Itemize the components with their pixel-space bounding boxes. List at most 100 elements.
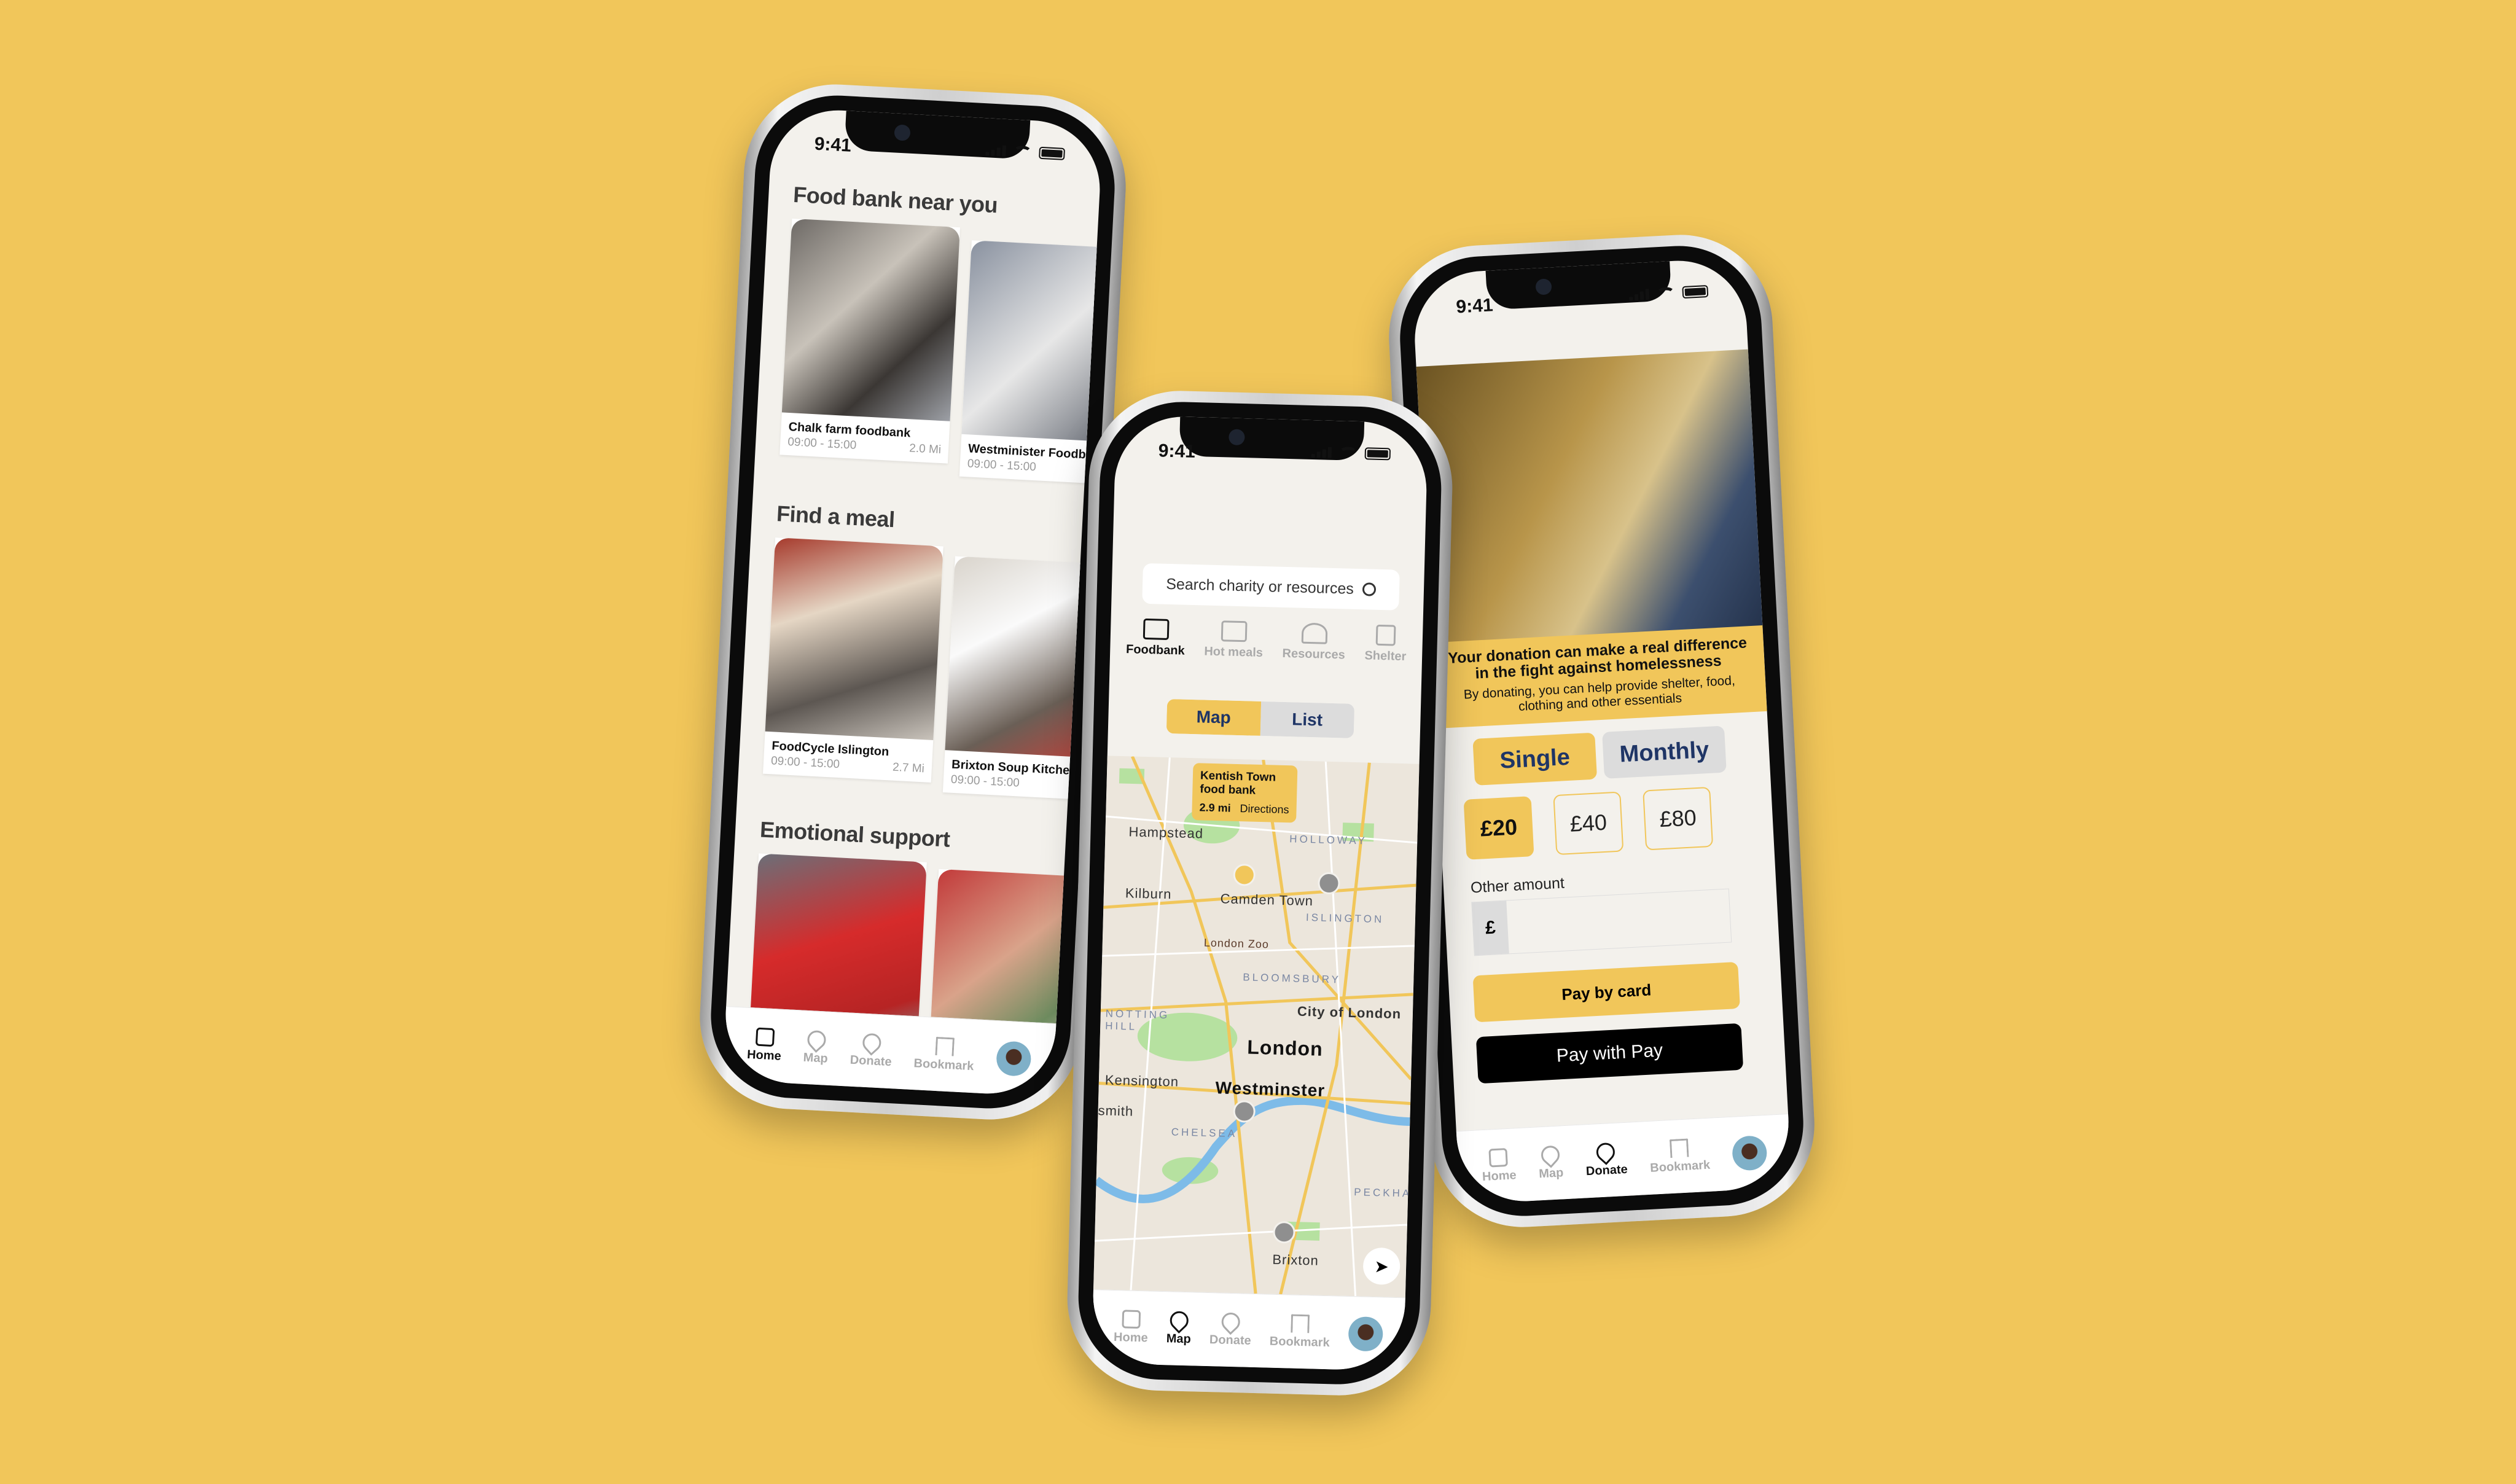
map-label: PECKHAM (1354, 1186, 1420, 1200)
tab-bookmark[interactable]: Bookmark (1649, 1138, 1711, 1176)
category-resources[interactable]: Resources (1282, 622, 1346, 663)
apple-pay-button[interactable]: Pay with Pay (1475, 1023, 1744, 1084)
battery-icon (1682, 284, 1709, 299)
avatar[interactable] (995, 1040, 1032, 1077)
monthly-option[interactable]: Monthly (1602, 725, 1727, 779)
home-icon (1122, 1310, 1141, 1329)
meal-card[interactable]: Brixton Soup Kitchen 09:00 - 15:00 (942, 556, 1104, 802)
status-time: 9:41 (813, 133, 852, 156)
tab-bookmark[interactable]: Bookmark (1270, 1314, 1330, 1351)
map-label: Brixton (1272, 1251, 1319, 1268)
tab-label: Map (1166, 1332, 1192, 1346)
other-amount-label: Other amount (1470, 874, 1565, 897)
card-photo (765, 537, 944, 741)
tab-label: Donate (1585, 1162, 1628, 1179)
map-label: London Zoo (1203, 936, 1270, 951)
pay-by-card-button[interactable]: Pay by card (1472, 961, 1740, 1023)
category-shelter[interactable]: Shelter (1364, 624, 1407, 664)
tab-label: Map (803, 1050, 829, 1066)
tab-label: Bookmark (1649, 1158, 1711, 1175)
map-label: Kilburn (1125, 885, 1172, 902)
signal-icon (985, 144, 1007, 157)
wifi-icon (1338, 447, 1358, 459)
map-screen: 9:41 Search charity or resources Foodban… (1091, 415, 1429, 1372)
phone-home: 9:41 Food bank near you Chalk farm foodb… (695, 79, 1131, 1125)
tab-label: Bookmark (913, 1056, 974, 1074)
tab-label: Donate (1209, 1333, 1251, 1348)
category-foodbank[interactable]: Foodbank (1126, 618, 1186, 658)
donation-banner: Your donation can make a real difference… (1431, 625, 1767, 729)
tab-bookmark[interactable]: Bookmark (913, 1036, 975, 1074)
map-pin-icon (803, 1026, 830, 1053)
other-amount-input[interactable] (1506, 889, 1731, 954)
search-input[interactable]: Search charity or resources (1142, 563, 1400, 611)
tab-map[interactable]: Map (1537, 1142, 1564, 1181)
map-label: HOLLOWAY (1289, 833, 1368, 847)
foodbank-card[interactable]: Westminister Foodbank 09:00 - 15:00 (959, 240, 1104, 486)
meal-card[interactable]: FoodCycle Islington 09:00 - 15:00 2.7 Mi (763, 537, 944, 783)
list-view-tab[interactable]: List (1260, 701, 1355, 738)
home-screen: 9:41 Food bank near you Chalk farm foodb… (722, 107, 1104, 1097)
tab-map[interactable]: Map (803, 1026, 830, 1066)
category-label: Hot meals (1204, 644, 1264, 660)
phone-map: 9:41 Search charity or resources Foodban… (1065, 388, 1455, 1398)
section-title: Food bank near you (792, 181, 999, 218)
tab-bar: Home Map Donate Bookmark (1091, 1289, 1405, 1372)
signal-icon (1628, 288, 1650, 301)
foodbank-tooltip[interactable]: Kentish Town food bank 2.9 mi Directions (1192, 763, 1298, 823)
single-option[interactable]: Single (1472, 732, 1598, 786)
people-icon (1301, 622, 1328, 644)
tooltip-distance: 2.9 mi (1199, 801, 1231, 814)
tab-label: Home (1113, 1330, 1148, 1345)
map-label: Westminster (1215, 1078, 1326, 1100)
navigation-arrow-icon: ➤ (1374, 1256, 1389, 1276)
tab-map[interactable]: Map (1166, 1307, 1192, 1346)
donate-screen: 9:41 Your donation can make a real diffe… (1411, 257, 1792, 1205)
amount-20-button[interactable]: £20 (1463, 796, 1534, 860)
tab-bar: Home Map Donate Bookmark (1456, 1113, 1792, 1205)
foodbank-icon (1143, 618, 1170, 640)
bookmark-icon (1291, 1314, 1310, 1334)
category-label: Resources (1282, 646, 1346, 662)
tab-donate[interactable]: Donate (1209, 1308, 1252, 1348)
tooltip-title: Kentish Town food bank (1200, 769, 1276, 797)
card-distance: 2.7 Mi (892, 760, 925, 776)
map-label: ISLINGTON (1305, 911, 1385, 926)
category-bar: Foodbank Hot meals Resources Shelter (1116, 618, 1416, 665)
category-label: Foodbank (1125, 642, 1185, 658)
map-label: NOTTING HILL (1105, 1007, 1170, 1033)
foodbank-card[interactable]: Chalk farm foodbank 09:00 - 15:00 2.0 Mi (779, 218, 961, 464)
heart-hand-icon (859, 1029, 885, 1056)
avatar[interactable] (1348, 1316, 1383, 1351)
tab-label: Home (1482, 1168, 1517, 1184)
card-hours: 09:00 - 15:00 (770, 754, 840, 771)
tab-home[interactable]: Home (1114, 1310, 1149, 1345)
tab-label: Bookmark (1269, 1334, 1330, 1350)
amount-40-button[interactable]: £40 (1553, 791, 1624, 856)
directions-link[interactable]: Directions (1240, 802, 1289, 816)
tab-home[interactable]: Home (747, 1027, 783, 1064)
home-icon (755, 1027, 775, 1047)
avatar[interactable] (1731, 1134, 1768, 1171)
hot-meal-icon (1221, 620, 1248, 642)
amount-80-button[interactable]: £80 (1643, 786, 1714, 851)
section-title: Find a meal (776, 501, 896, 533)
category-hot-meals[interactable]: Hot meals (1204, 620, 1264, 660)
map-label: BLOOMSBURY (1243, 971, 1342, 986)
map-view-tab[interactable]: Map (1166, 698, 1261, 736)
battery-icon (1039, 146, 1066, 160)
tab-donate[interactable]: Donate (850, 1029, 893, 1069)
other-amount-field[interactable]: £ (1471, 888, 1732, 956)
map-view[interactable]: Hampstead HOLLOWAY Kilburn Camden Town I… (1093, 756, 1420, 1298)
tab-donate[interactable]: Donate (1585, 1139, 1628, 1179)
tab-label: Map (1538, 1166, 1564, 1181)
heart-hand-icon (1593, 1139, 1619, 1165)
heart-hand-icon (1217, 1308, 1244, 1335)
map-label: Hampstead (1128, 824, 1204, 842)
status-time: 9:41 (1455, 295, 1494, 318)
map-label: Camden Town (1220, 891, 1314, 909)
wifi-icon (1656, 286, 1676, 300)
house-icon (1375, 624, 1396, 646)
tab-home[interactable]: Home (1481, 1147, 1517, 1184)
map-label: Kensington (1104, 1072, 1179, 1090)
